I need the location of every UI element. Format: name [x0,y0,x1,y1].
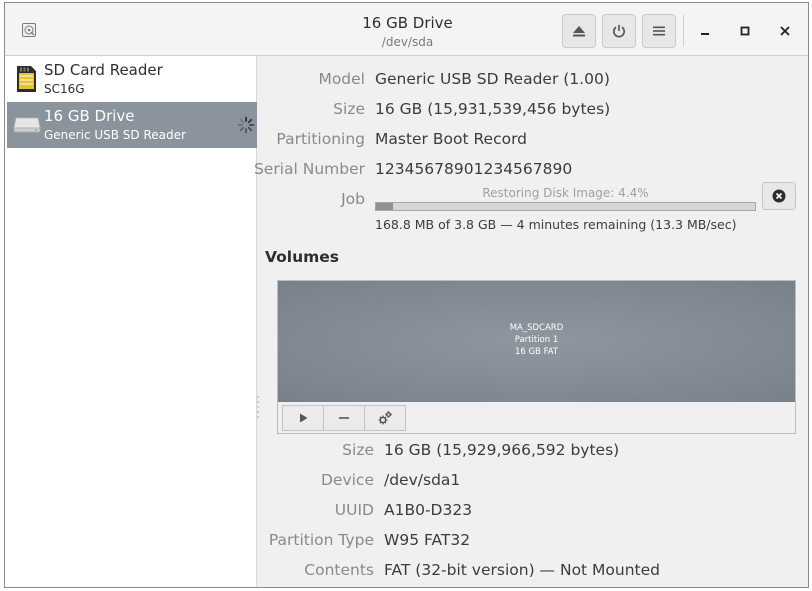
uuid-row: UUID A1B0-D323 [258,499,808,521]
header-bar: 16 GB Drive /dev/sda [5,3,808,56]
window-title: 16 GB Drive [362,14,453,32]
contents-value: FAT (32-bit version) — Not Mounted [384,561,661,579]
minimize-icon [701,33,709,35]
job-detail-text: 168.8 MB of 3.8 GB — 4 minutes remaining… [375,217,737,232]
drive-icon [13,114,41,144]
volume-size-value: 16 GB (15,929,966,592 bytes) [384,441,620,459]
drive-menu-button[interactable] [642,14,676,48]
cancel-icon [772,189,786,203]
size-label: Size [333,100,365,118]
sidebar-item-name: 16 GB Drive [44,107,135,125]
drive-details-panel: Model Generic USB SD Reader (1.00) Size … [254,56,808,587]
size-value: 16 GB (15,931,539,456 bytes) [375,100,611,118]
volumes-heading: Volumes [265,248,340,266]
job-label: Job [341,190,365,208]
partitioning-value: Master Boot Record [375,130,528,148]
sidebar-item-sd-card-reader[interactable]: SD Card Reader SC16G [7,56,257,102]
gears-icon [378,411,392,425]
volume-toolbar [282,405,406,431]
disks-app-icon [21,22,37,38]
disks-window: 16 GB Drive /dev/sda SD Card Reader SC16… [4,2,809,588]
power-icon [613,24,625,38]
model-value: Generic USB SD Reader (1.00) [375,70,610,88]
serial-label: Serial Number [253,160,365,178]
busy-spinner-icon [237,116,255,134]
mount-button[interactable] [282,405,324,431]
title-block: 16 GB Drive /dev/sda [305,13,510,50]
partition-block[interactable]: MA_SDCARD Partition 1 16 GB FAT [278,281,795,402]
window-subtitle: /dev/sda [381,35,434,49]
sidebar-item-subtitle: Generic USB SD Reader [44,128,186,142]
partitioning-row: Partitioning Master Boot Record [258,128,808,150]
device-value: /dev/sda1 [384,471,461,489]
sidebar-item-16gb-drive[interactable]: 16 GB Drive Generic USB SD Reader [7,102,257,148]
sidebar-item-name: SD Card Reader [44,61,163,79]
close-icon [780,26,790,36]
menu-icon [653,26,665,36]
volume-size-row: Size 16 GB (15,929,966,592 bytes) [258,439,808,461]
model-label: Model [318,70,365,88]
partition-number: Partition 1 [514,335,559,345]
partition-type-row: Partition Type W95 FAT32 [258,529,808,551]
maximize-icon [740,26,750,36]
eject-button[interactable] [562,14,596,48]
uuid-value: A1B0-D323 [384,501,473,519]
job-progress-fill [376,203,393,210]
uuid-label: UUID [334,501,374,519]
device-label: Device [320,471,374,489]
volume-map: MA_SDCARD Partition 1 16 GB FAT [277,280,796,434]
size-row: Size 16 GB (15,931,539,456 bytes) [258,98,808,120]
eject-icon [573,26,585,37]
maximize-button[interactable] [731,17,759,45]
contents-label: Contents [304,561,374,579]
sidebar-item-subtitle: SC16G [44,82,85,96]
minus-icon [339,417,349,419]
partition-type-label: Partition Type [268,531,374,549]
partitioning-label: Partitioning [276,130,365,148]
serial-row: Serial Number 12345678901234567890 [254,158,808,180]
close-button[interactable] [771,17,799,45]
serial-value: 12345678901234567890 [375,160,573,178]
play-icon [300,413,308,423]
contents-row: Contents FAT (32-bit version) — Not Moun… [258,559,808,581]
device-row: Device /dev/sda1 [258,469,808,491]
sd-card-icon [13,64,39,94]
partition-type-value: W95 FAT32 [384,531,471,549]
volume-size-label: Size [342,441,374,459]
model-row: Model Generic USB SD Reader (1.00) [258,68,808,90]
header-separator [683,15,684,47]
partition-label: MA_SDCARD [509,323,564,333]
power-off-button[interactable] [602,14,636,48]
delete-partition-button[interactable] [323,405,365,431]
drive-list-sidebar: SD Card Reader SC16G 16 GB Drive Generic… [5,56,257,587]
job-progress-text: Restoring Disk Image: 4.4% [482,186,649,200]
job-progress-bar [375,202,756,211]
cancel-job-button[interactable] [762,182,796,210]
partition-size-type: 16 GB FAT [514,347,559,357]
minimize-button[interactable] [691,17,719,45]
partition-options-button[interactable] [364,405,406,431]
